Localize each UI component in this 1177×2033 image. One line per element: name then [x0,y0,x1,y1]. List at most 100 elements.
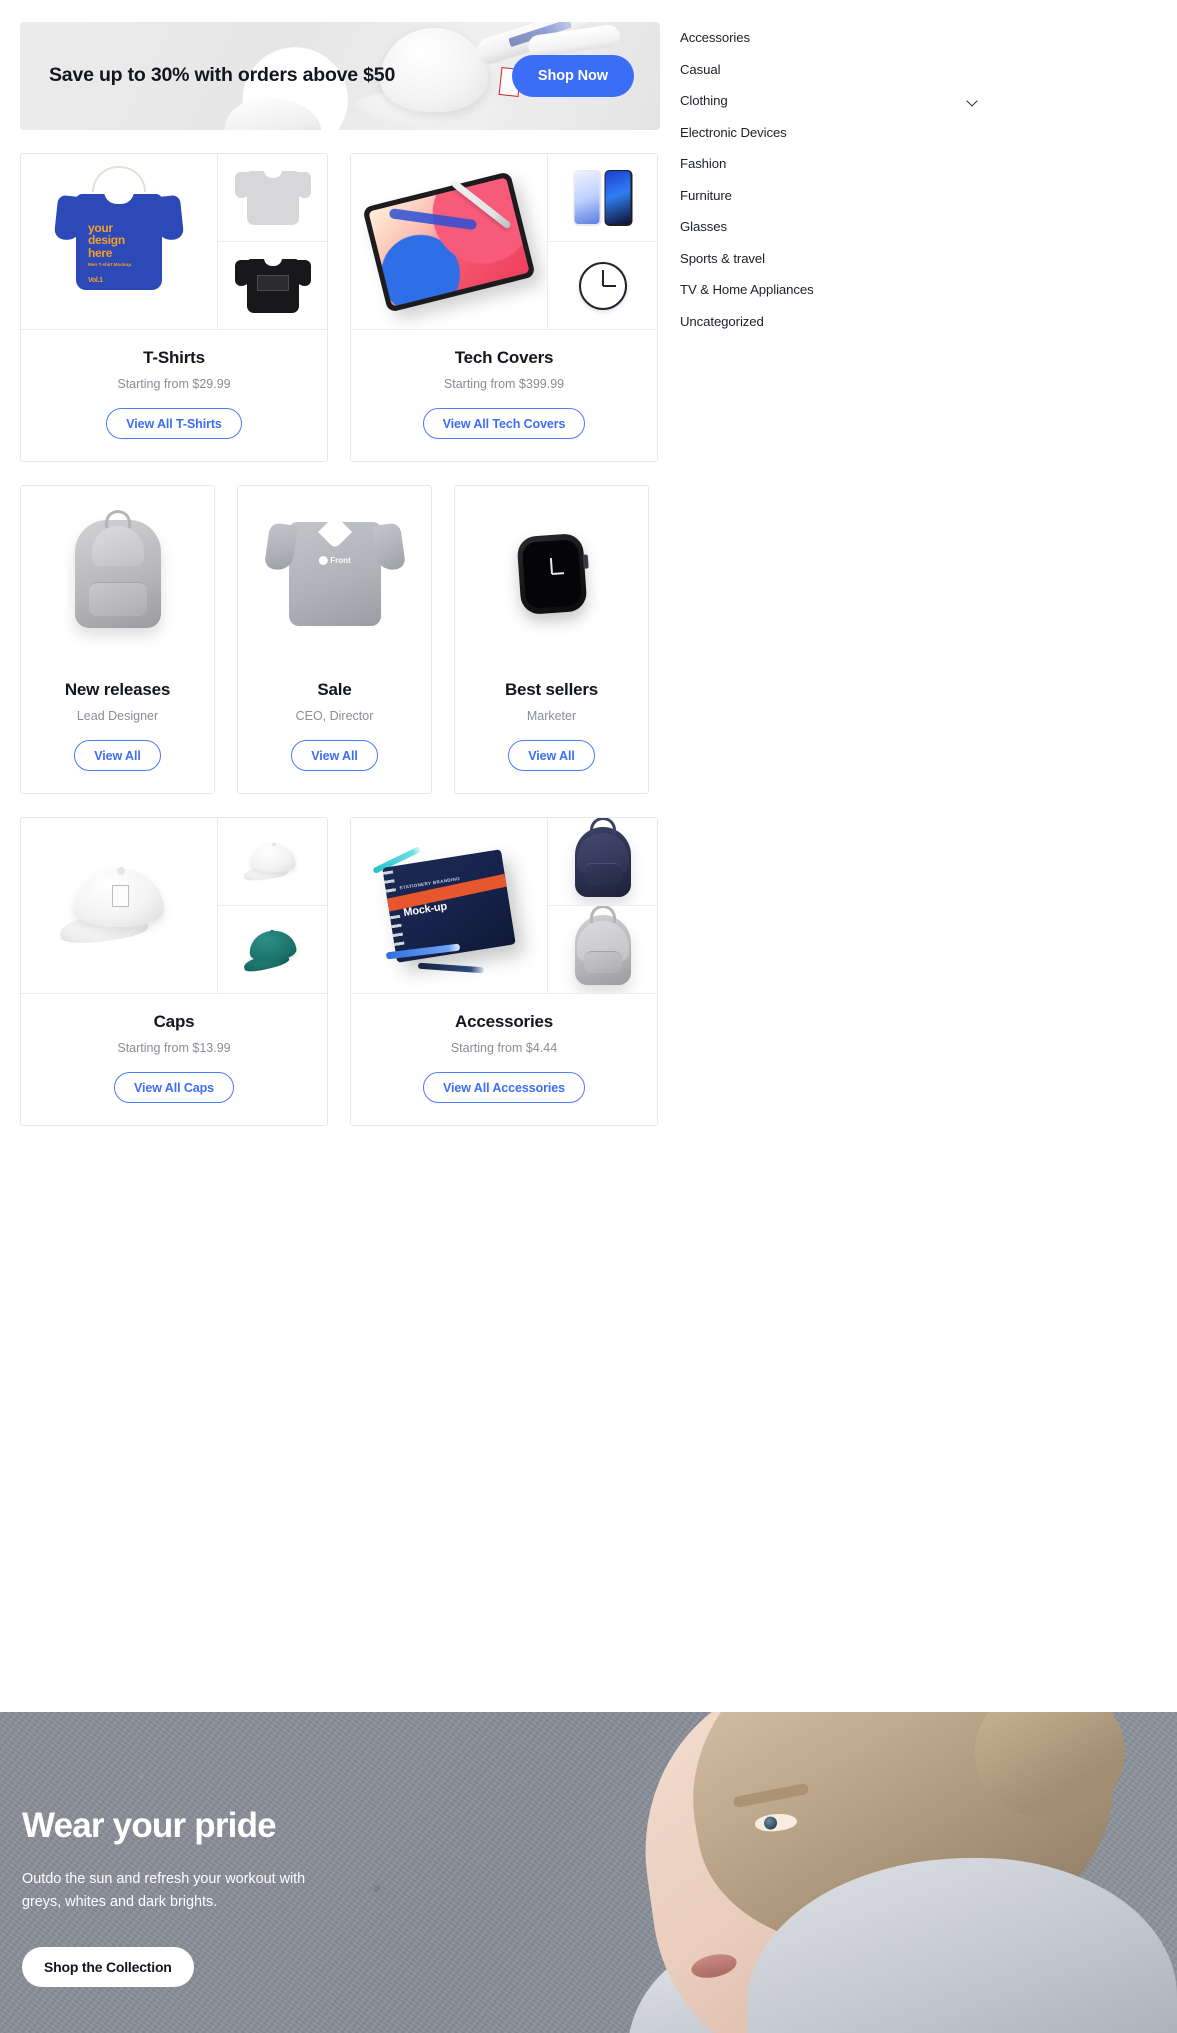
cap-thumb-white [218,818,327,905]
sidebar-item-electronic-devices[interactable]: Electronic Devices [680,117,1177,149]
page-root: Save up to 30% with orders above $50 Sho… [0,0,1177,2033]
chevron-down-icon[interactable] [967,95,979,107]
shop-now-button[interactable]: Shop Now [511,55,634,97]
sidebar-item-label: Sports & travel [680,250,765,266]
phones-thumb [548,154,657,241]
sidebar-item-label: Uncategorized [680,313,764,329]
analog-watch-icon [578,261,627,310]
sidebar-item-tv-home-appliances[interactable]: TV & Home Appliances [680,274,1177,306]
sidebar-item-sports-travel[interactable]: Sports & travel [680,243,1177,275]
promo-headline: Save up to 30% with orders above $50 [49,64,396,86]
card-body: New releases Lead Designer View All [21,662,214,793]
card-body: Best sellers Marketer View All [455,662,648,793]
card-media-thumbnails [548,818,657,993]
card-subtitle: Starting from $29.99 [117,377,231,391]
grey-tshirt-icon [234,169,311,225]
category-sidebar: Accessories Casual Clothing Electronic D… [680,22,1177,337]
card-title: Sale [317,680,352,699]
card-media-thumbnails [548,154,657,329]
backpack-image [21,486,214,662]
smartwatch-image [455,486,648,662]
view-all-new-releases-button[interactable]: View All [74,740,161,771]
sidebar-item-label: Clothing [680,93,728,109]
tshirt-print-line-3: here [88,245,113,260]
tshirt-thumb-black [218,241,327,329]
dark-pen-icon [417,962,484,974]
category-card-tshirts[interactable]: your design here Men T-shirt Mockup Vol.… [20,153,328,462]
hero-title: Wear your pride [22,1806,277,1845]
category-card-accessories[interactable]: STATIONERY BRANDING Mock-up Accessories … [350,817,658,1126]
card-media: your design here Men T-shirt Mockup Vol.… [21,154,327,330]
view-all-caps-button[interactable]: View All Caps [114,1072,234,1103]
navy-backpack-icon [574,818,631,897]
card-body: Sale CEO, Director View All [238,662,431,793]
grey-backpack-icon [574,906,631,985]
view-all-tshirts-button[interactable]: View All T-Shirts [106,408,242,439]
card-media [21,818,327,994]
category-card-tech-covers[interactable]: Tech Covers Starting from $399.99 View A… [350,153,658,462]
view-all-best-sellers-button[interactable]: View All [508,740,595,771]
blue-tshirt-icon: your design here Men T-shirt Mockup Vol.… [53,165,185,290]
sidebar-item-label: Fashion [680,156,727,172]
category-row-1: your design here Men T-shirt Mockup Vol.… [0,153,680,462]
view-all-accessories-button[interactable]: View All Accessories [423,1072,585,1103]
main-content-column: Save up to 30% with orders above $50 Sho… [0,0,680,1126]
stationery-hero-image: STATIONERY BRANDING Mock-up [351,818,548,993]
sidebar-item-glasses[interactable]: Glasses [680,211,1177,243]
sidebar-item-furniture[interactable]: Furniture [680,180,1177,212]
sidebar-item-accessories[interactable]: Accessories [680,22,1177,54]
category-card-sale[interactable]: Front Sale CEO, Director View All [237,485,432,794]
card-subtitle: Starting from $399.99 [443,377,565,391]
cap-thumb-teal [218,905,327,993]
black-tshirt-icon [234,257,311,313]
card-subtitle: Starting from $13.99 [117,1041,231,1055]
smartwatch-icon [515,532,589,616]
card-title: New releases [64,680,171,699]
sidebar-item-clothing[interactable]: Clothing [680,85,1177,117]
sidebar-item-label: Casual [680,61,721,77]
promo-banner: Save up to 30% with orders above $50 Sho… [20,22,660,130]
card-media: STATIONERY BRANDING Mock-up [351,818,657,994]
page-whitespace [0,1146,1177,1712]
sidebar-item-uncategorized[interactable]: Uncategorized [680,306,1177,338]
cap-hero-image [21,818,218,993]
tshirt-print-caption: Men T-shirt Mockup [88,262,132,267]
card-body: Accessories Starting from $4.44 View All… [351,994,657,1125]
sidebar-item-label: Glasses [680,219,727,235]
tshirt-print-volume: Vol.1 [88,276,103,284]
category-card-best-sellers[interactable]: Best sellers Marketer View All [454,485,649,794]
card-body: T-Shirts Starting from $29.99 View All T… [21,330,327,461]
vtee-logo-text: Front [330,556,351,565]
category-row-3: Caps Starting from $13.99 View All Caps … [0,817,680,1126]
grey-vneck-tshirt-icon: Front [288,515,381,626]
card-subtitle: Lead Designer [76,709,159,723]
white-cap-thumb-icon [242,842,302,882]
tablet-icon [362,170,536,313]
card-body: Tech Covers Starting from $399.99 View A… [351,330,657,461]
category-card-new-releases[interactable]: New releases Lead Designer View All [20,485,215,794]
card-media [21,486,214,662]
card-subtitle: Marketer [526,709,577,723]
tshirt-thumb-grey [218,154,327,241]
card-media [351,154,657,330]
shop-the-collection-button[interactable]: Shop the Collection [22,1947,194,1987]
hero-content: Wear your pride Outdo the sun and refres… [0,1712,1177,1987]
card-media-thumbnails [218,154,327,329]
hero-banner: Wear your pride Outdo the sun and refres… [0,1712,1177,2033]
watch-thumb [548,241,657,329]
white-cap-icon [58,866,178,946]
sidebar-item-label: Electronic Devices [680,124,787,140]
backpack-thumb-grey [548,905,657,993]
backpack-thumb-navy [548,818,657,905]
card-media: Front [238,486,431,662]
category-list: Accessories Casual Clothing Electronic D… [680,22,1177,337]
hero-description: Outdo the sun and refresh your workout w… [22,1871,306,1910]
view-all-tech-covers-button[interactable]: View All Tech Covers [422,408,586,439]
sidebar-item-casual[interactable]: Casual [680,54,1177,86]
grey-vneck-image: Front [238,486,431,662]
category-card-caps[interactable]: Caps Starting from $13.99 View All Caps [20,817,328,1126]
view-all-sale-button[interactable]: View All [291,740,378,771]
tshirt-hero-image: your design here Men T-shirt Mockup Vol.… [21,154,218,329]
category-row-2: New releases Lead Designer View All Fron… [0,485,680,794]
sidebar-item-fashion[interactable]: Fashion [680,148,1177,180]
